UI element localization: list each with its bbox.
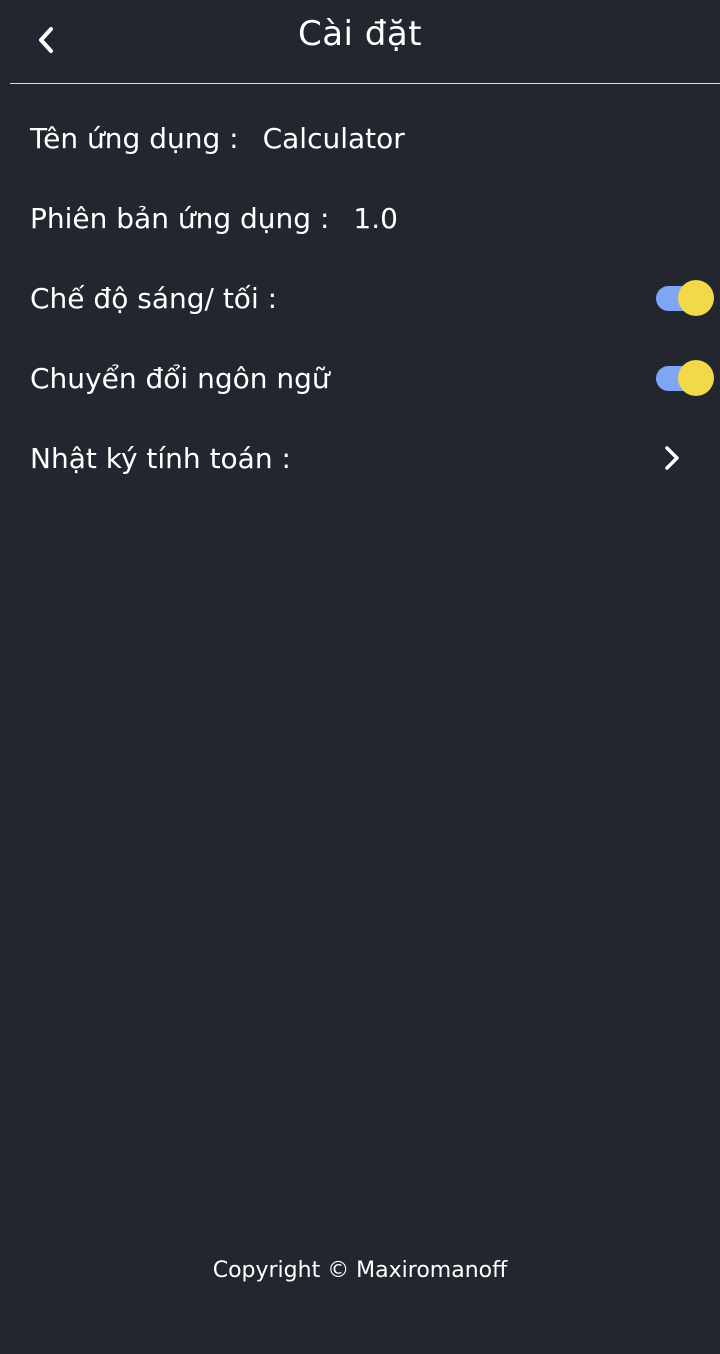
theme-mode-label: Chế độ sáng/ tối : xyxy=(30,281,278,315)
toggle-knob xyxy=(678,280,714,316)
chevron-right-icon xyxy=(660,443,684,473)
page-title: Cài đặt xyxy=(297,14,423,54)
language-switch-toggle[interactable] xyxy=(656,359,714,397)
app-name-value: Calculator xyxy=(262,121,405,155)
theme-mode-row: Chế độ sáng/ tối : xyxy=(30,273,720,323)
header-divider xyxy=(10,83,720,84)
language-switch-label: Chuyển đổi ngôn ngữ xyxy=(30,361,330,395)
app-name-label: Tên ứng dụng : xyxy=(30,121,239,155)
toggle-knob xyxy=(678,360,714,396)
app-version-label: Phiên bản ứng dụng : xyxy=(30,201,330,235)
language-switch-row: Chuyển đổi ngôn ngữ xyxy=(30,353,720,403)
app-version-value: 1.0 xyxy=(353,201,398,235)
app-header: Cài đặt xyxy=(0,0,720,83)
calc-history-label: Nhật ký tính toán : xyxy=(30,441,291,475)
calc-history-row[interactable]: Nhật ký tính toán : xyxy=(30,433,720,483)
theme-mode-toggle[interactable] xyxy=(656,279,714,317)
app-version-row: Phiên bản ứng dụng : 1.0 xyxy=(30,193,720,243)
copyright-text: Copyright © Maxiromanoff xyxy=(212,1258,508,1283)
app-name-row: Tên ứng dụng : Calculator xyxy=(30,113,720,163)
